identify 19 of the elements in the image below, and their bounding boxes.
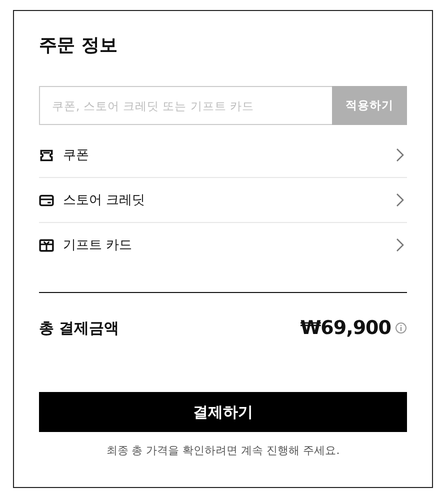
total-amount: ₩69,900 — [300, 317, 391, 339]
info-icon[interactable] — [395, 322, 407, 334]
chevron-right-icon — [396, 148, 404, 162]
pay-button[interactable]: 결제하기 — [39, 392, 407, 432]
gift-card-icon — [39, 238, 54, 252]
payment-option[interactable]: 쿠폰 — [39, 133, 407, 178]
payment-option[interactable]: 스토어 크레딧 — [39, 178, 407, 223]
total-label: 총 결제금액 — [39, 318, 120, 338]
ticket-icon — [39, 148, 54, 162]
panel-title: 주문 정보 — [39, 35, 118, 57]
card-icon — [39, 192, 54, 208]
promo-code-field[interactable]: 쿠폰, 스토어 크레딧 또는 기프트 카드 — [39, 86, 332, 125]
option-label: 쿠폰 — [63, 147, 90, 164]
chevron-right-icon — [396, 193, 404, 207]
payment-option[interactable]: 기프트 카드 — [39, 223, 407, 267]
checkout-note: 최종 총 가격을 확인하려면 계속 진행해 주세요. — [105, 443, 341, 458]
option-label: 스토어 크레딧 — [63, 192, 146, 209]
chevron-right-icon — [396, 238, 404, 252]
option-label: 기프트 카드 — [63, 237, 134, 254]
